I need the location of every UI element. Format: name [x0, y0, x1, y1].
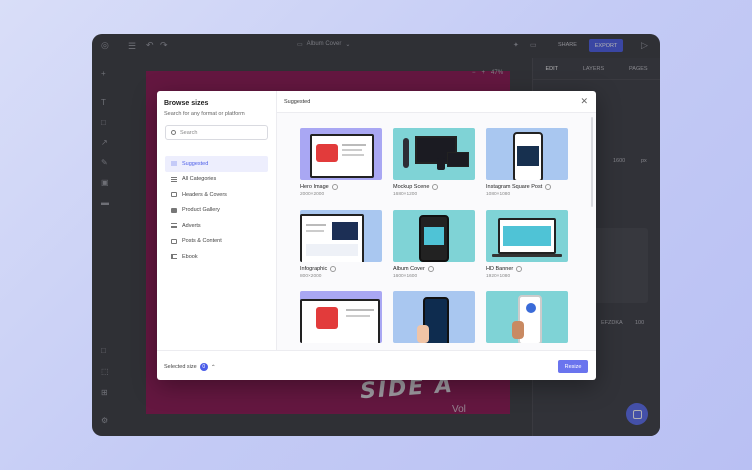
- card-name: Mockup Scene: [393, 184, 430, 190]
- card-name: Infographic: [300, 266, 328, 272]
- category-label: All Categories: [182, 176, 217, 183]
- category-suggested[interactable]: Suggested: [165, 156, 268, 172]
- info-icon[interactable]: [432, 184, 439, 190]
- size-card-album-cover[interactable]: Album Cover 1600×1600: [393, 210, 475, 279]
- search-input[interactable]: [180, 129, 260, 136]
- info-icon[interactable]: [427, 266, 434, 272]
- card-size: 2000×2000: [300, 192, 325, 197]
- thumbnail: [393, 210, 475, 262]
- card-title: Instagram Square Post: [486, 184, 568, 190]
- info-icon[interactable]: [330, 266, 337, 272]
- category-label: Suggested: [182, 160, 209, 167]
- phone-mockup: [419, 215, 449, 262]
- card-name: HD Banner: [486, 266, 514, 272]
- size-card[interactable]: [486, 291, 568, 343]
- book-icon: [171, 254, 177, 260]
- category-ebook[interactable]: Ebook: [165, 249, 268, 265]
- card-size: 1680×1200: [393, 192, 418, 197]
- category-posts-content[interactable]: Posts & Content: [165, 234, 268, 250]
- category-label: Adverts: [182, 222, 201, 229]
- dialog-footer: Selected size 0 ⌃ Resize: [157, 350, 596, 380]
- category-headers-covers[interactable]: Headers & Covers: [165, 187, 268, 203]
- category-label: Headers & Covers: [182, 191, 227, 198]
- chevron-up-icon: ⌃: [210, 364, 216, 371]
- close-icon[interactable]: ✕: [580, 97, 588, 106]
- size-card[interactable]: [393, 291, 475, 343]
- selected-count-badge: 0: [199, 363, 208, 371]
- section-label: Suggested: [284, 99, 311, 105]
- list-icon: [171, 176, 177, 182]
- thumbnail: [393, 291, 475, 343]
- post-icon: [171, 238, 177, 244]
- size-card-mockup-scene[interactable]: Mockup Scene 1680×1200: [393, 128, 475, 197]
- thumbnail: [300, 291, 382, 343]
- thumbnail: [300, 128, 382, 180]
- size-card-infographic[interactable]: Infographic 800×2000: [300, 210, 382, 279]
- resize-button[interactable]: Resize: [558, 360, 588, 373]
- card-title: Infographic: [300, 266, 382, 272]
- dialog-sidebar: Browse sizes Search for any format or pl…: [157, 91, 277, 350]
- category-product-gallery[interactable]: Product Gallery: [165, 203, 268, 219]
- category-all[interactable]: All Categories: [165, 172, 268, 188]
- card-name: Hero Image: [300, 184, 329, 190]
- size-card-hd-banner[interactable]: HD Banner 1920×1080: [486, 210, 568, 279]
- card-title: Album Cover: [393, 266, 475, 272]
- thumbnail: [300, 210, 382, 262]
- size-card-hero-image[interactable]: Hero Image 2000×2000: [300, 128, 382, 197]
- camera-icon: [171, 207, 177, 213]
- size-card-instagram-square-post[interactable]: Instagram Square Post 1080×1080: [486, 128, 568, 197]
- selected-size-label: Selected size: [164, 364, 197, 370]
- thumbnail: [393, 128, 475, 180]
- search-icon: [171, 130, 176, 135]
- grid-icon: [171, 161, 177, 167]
- laptop-mockup: [310, 134, 374, 178]
- laptop-mockup: [498, 218, 556, 254]
- category-label: Product Gallery: [182, 207, 220, 214]
- card-title: Hero Image: [300, 184, 382, 190]
- info-icon[interactable]: [516, 266, 523, 272]
- size-grid: Hero Image 2000×2000 Mockup Scene 1680×1…: [277, 113, 596, 350]
- category-list: Suggested All Categories Headers & Cover…: [165, 156, 268, 265]
- card-title: Mockup Scene: [393, 184, 475, 190]
- category-label: Ebook: [182, 253, 198, 260]
- thumbnail: [486, 210, 568, 262]
- laptop-mockup: [300, 214, 364, 262]
- card-name: Album Cover: [393, 266, 425, 272]
- info-icon[interactable]: [331, 184, 338, 190]
- category-label: Posts & Content: [182, 238, 222, 245]
- size-card[interactable]: [300, 291, 382, 343]
- dialog-header: Suggested ✕: [277, 91, 596, 113]
- thumbnail: [486, 291, 568, 343]
- browse-sizes-dialog: Browse sizes Search for any format or pl…: [157, 91, 596, 380]
- card-title: HD Banner: [486, 266, 568, 272]
- thumbnail: [486, 128, 568, 180]
- megaphone-icon: [171, 223, 177, 229]
- dialog-subtitle: Search for any format or platform: [164, 111, 245, 117]
- card-size: 800×2000: [300, 274, 322, 279]
- search-box[interactable]: [165, 125, 268, 140]
- card-size: 1920×1080: [486, 274, 511, 279]
- header-icon: [171, 192, 177, 198]
- category-adverts[interactable]: Adverts: [165, 218, 268, 234]
- laptop-mockup: [300, 299, 380, 343]
- card-size: 1600×1600: [393, 274, 418, 279]
- dialog-title: Browse sizes: [164, 100, 209, 107]
- card-name: Instagram Square Post: [486, 184, 543, 190]
- scrollbar[interactable]: [591, 117, 593, 207]
- phone-mockup: [513, 132, 543, 180]
- selected-size-toggle[interactable]: Selected size 0 ⌃: [164, 363, 216, 371]
- info-icon[interactable]: [545, 184, 552, 190]
- card-size: 1080×1080: [486, 192, 511, 197]
